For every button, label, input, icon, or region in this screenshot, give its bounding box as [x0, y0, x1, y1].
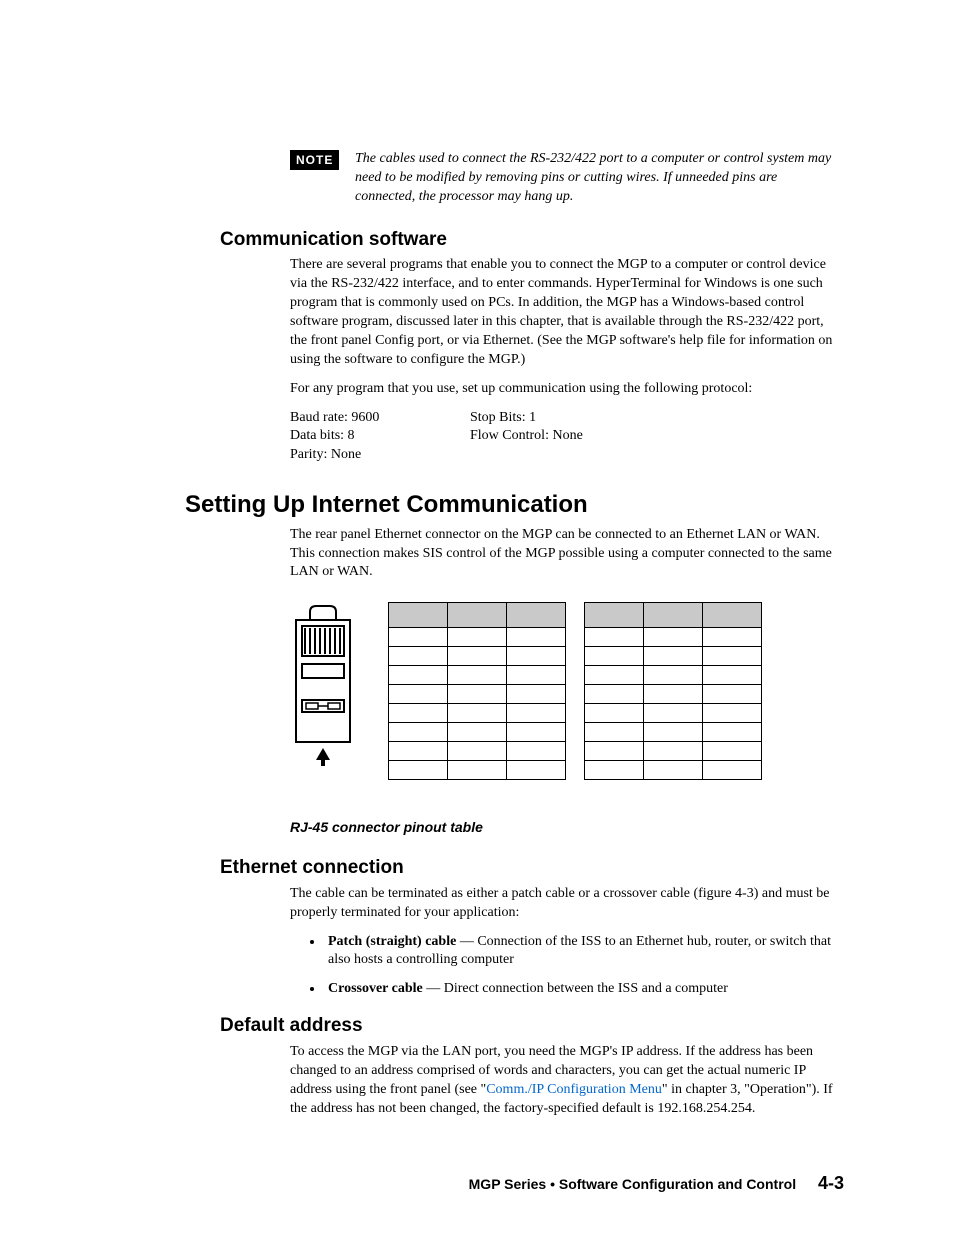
figure-rj45 [290, 602, 844, 780]
protocol-stop-bits: Stop Bits: 1 [470, 409, 650, 428]
heading-setting-up-internet: Setting Up Internet Communication [185, 489, 844, 521]
bullet-crossover-cable-term: Crossover cable [328, 981, 423, 996]
footer-chapter: MGP Series • Software Configuration and … [469, 1176, 796, 1192]
note-left: NOTE [290, 150, 355, 207]
note-block: NOTE The cables used to connect the RS-2… [290, 150, 844, 207]
bullet-crossover-cable-rest: — Direct connection between the ISS and … [423, 981, 728, 996]
protocol-baud-rate: Baud rate: 9600 [290, 409, 470, 428]
paragraph-comm-software-1: There are several programs that enable y… [290, 256, 844, 369]
bullet-patch-cable: Patch (straight) cable — Connection of t… [324, 933, 844, 971]
pinout-table-right [584, 602, 762, 780]
figure-caption: RJ-45 connector pinout table [290, 818, 844, 837]
protocol-data-bits: Data bits: 8 [290, 427, 470, 446]
protocol-flow-control: Flow Control: None [470, 427, 650, 446]
paragraph-default-address: To access the MGP via the LAN port, you … [290, 1043, 844, 1119]
pinout-tables [388, 602, 762, 780]
rj45-connector-icon [290, 602, 370, 767]
heading-communication-software: Communication software [220, 227, 844, 253]
paragraph-comm-software-2: For any program that you use, set up com… [290, 380, 844, 399]
pinout-table-left [388, 602, 566, 780]
protocol-parity: Parity: None [290, 446, 470, 465]
bullet-crossover-cable: Crossover cable — Direct connection betw… [324, 980, 844, 999]
paragraph-ethernet-1: The cable can be terminated as either a … [290, 885, 844, 923]
heading-default-address: Default address [220, 1013, 844, 1039]
note-badge: NOTE [290, 150, 339, 170]
bullet-patch-cable-term: Patch (straight) cable [328, 934, 456, 949]
paragraph-internet-1: The rear panel Ethernet connector on the… [290, 526, 844, 583]
arrow-up-icon [316, 748, 330, 766]
footer-page-number: 4-3 [818, 1173, 844, 1193]
heading-ethernet-connection: Ethernet connection [220, 855, 844, 881]
note-text: The cables used to connect the RS-232/42… [355, 150, 844, 207]
page-footer: MGP Series • Software Configuration and … [469, 1171, 844, 1195]
protocol-settings: Baud rate: 9600 Data bits: 8 Parity: Non… [290, 409, 844, 466]
link-comm-ip-config-menu[interactable]: Comm./IP Configuration Menu [486, 1082, 662, 1097]
